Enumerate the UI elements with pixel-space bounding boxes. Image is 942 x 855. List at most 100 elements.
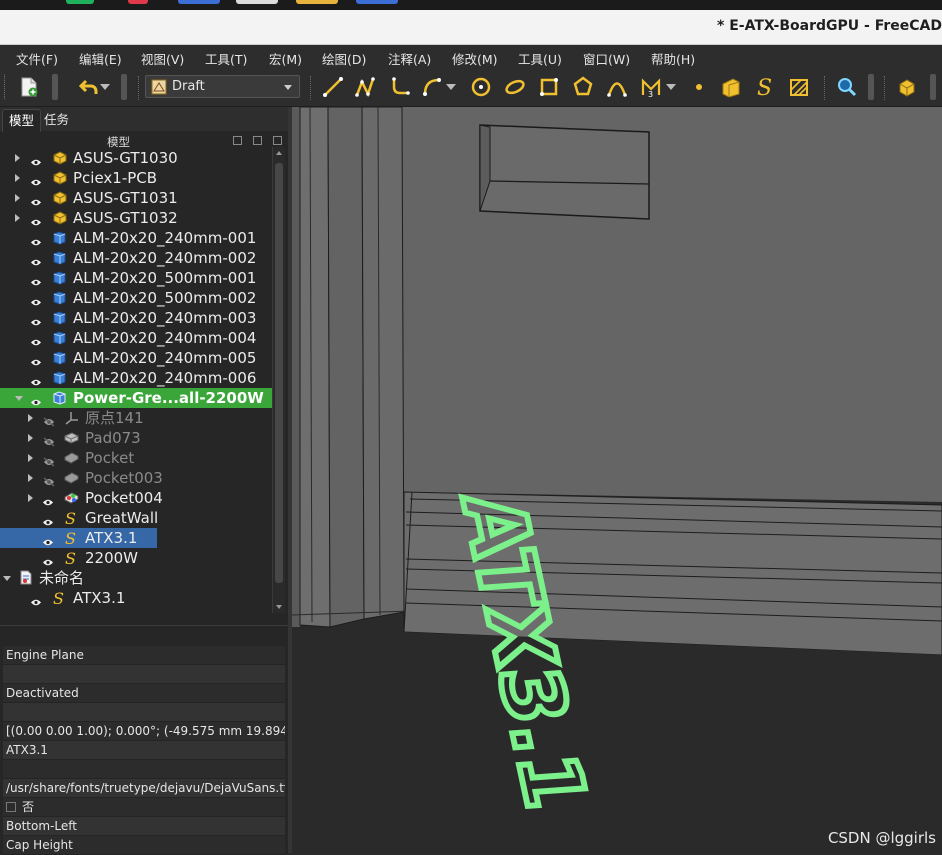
expand-arrow-open-icon[interactable] [15,396,23,401]
property-row[interactable]: Bottom-Left [3,817,285,836]
visibility-eye-icon[interactable] [31,353,41,366]
bezier-dropdown-icon[interactable] [664,74,678,100]
draft-ellipse-icon[interactable] [502,74,528,100]
tree-item[interactable]: ALM-20x20_240mm-002 [0,248,272,268]
draft-point-icon[interactable] [686,74,712,100]
part-design-icon[interactable] [894,74,920,100]
toolbar-handle[interactable] [868,74,874,100]
visibility-eye-icon[interactable] [31,373,41,386]
float-panel-icon[interactable] [233,136,242,145]
dropdown-handle[interactable] [52,74,58,100]
tree-item[interactable]: ALM-20x20_240mm-004 [0,328,272,348]
tree-item[interactable]: Pad073 [0,428,272,448]
property-row-checkbox[interactable]: 否 [3,798,285,817]
tree-item[interactable]: ALM-20x20_500mm-002 [0,288,272,308]
visibility-hidden-icon[interactable] [43,453,55,467]
visibility-eye-icon[interactable] [31,293,41,306]
tab-model[interactable]: 模型 [2,109,42,132]
draft-wire-icon[interactable] [352,74,378,100]
visibility-eye-icon[interactable] [31,393,41,406]
toolbar-handle[interactable] [121,74,127,100]
property-row[interactable] [3,665,285,684]
draft-bezier-icon[interactable]: 3 [638,74,664,100]
menu-help[interactable]: 帮助(H) [651,49,695,68]
visibility-eye-icon[interactable] [31,173,41,186]
expand-arrow-icon[interactable] [28,494,33,502]
toolbar-handle[interactable] [4,74,9,100]
expand-arrow-icon[interactable] [28,414,33,422]
menu-tools[interactable]: 工具(T) [205,49,247,68]
menu-macro[interactable]: 宏(M) [269,49,302,68]
tree-item[interactable]: Pciex1-PCB [0,168,272,188]
scroll-down-icon[interactable] [276,605,282,609]
property-row[interactable] [3,760,285,779]
arc-dropdown-icon[interactable] [444,74,458,100]
visibility-eye-icon[interactable] [31,233,41,246]
draft-shapestring-icon[interactable]: S [752,74,778,100]
menu-draft[interactable]: 绘图(D) [322,49,366,68]
workbench-selector[interactable]: Draft [145,75,300,98]
tree-item[interactable]: S GreatWall [0,508,272,528]
expand-arrow-open-icon[interactable] [3,576,11,581]
tree-item[interactable]: ASUS-GT1030 [0,148,272,168]
expand-arrow-icon[interactable] [15,194,20,202]
draft-facebinder-icon[interactable] [718,74,744,100]
property-row[interactable]: /usr/share/fonts/truetype/dejavu/DejaVuS… [3,779,285,798]
tree-item[interactable]: ALM-20x20_240mm-003 [0,308,272,328]
tree-item[interactable]: S ATX3.1 [0,588,272,608]
visibility-eye-icon[interactable] [31,193,41,206]
menu-modify[interactable]: 修改(M) [452,49,498,68]
tree-item[interactable]: ASUS-GT1031 [0,188,272,208]
tree-item[interactable]: 原点141 [0,408,272,428]
toolbar-handle[interactable] [930,74,936,100]
tree-item[interactable]: S 2200W [0,548,272,568]
expand-arrow-icon[interactable] [28,454,33,462]
model-tree[interactable]: ASUS-GT1030 Pciex1-PCB ASUS-GT1031 ASUS-GT1… [0,147,272,613]
tree-item[interactable]: ASUS-GT1032 [0,208,272,228]
tree-item[interactable]: Pocket003 [0,468,272,488]
visibility-eye-icon[interactable] [43,493,53,506]
menu-view[interactable]: 视图(V) [141,49,184,68]
draft-line-icon[interactable] [320,74,346,100]
tree-item[interactable]: ALM-20x20_500mm-001 [0,268,272,288]
checkbox[interactable] [6,802,16,812]
visibility-eye-icon[interactable] [31,153,41,166]
tree-item[interactable]: Power-Gre...all-2200W [0,388,272,408]
undo-dropdown-icon[interactable] [98,74,112,100]
close-panel-icon[interactable] [273,136,282,145]
menu-annotation[interactable]: 注释(A) [388,49,431,68]
visibility-hidden-icon[interactable] [43,413,55,427]
visibility-eye-icon[interactable] [31,593,41,606]
property-row[interactable]: Engine Plane [3,646,285,665]
tab-tasks[interactable]: 任务 [38,109,75,131]
tree-item[interactable]: Pocket [0,448,272,468]
visibility-eye-icon[interactable] [31,213,41,226]
zoom-inspect-icon[interactable] [834,74,860,100]
restore-panel-icon[interactable] [253,136,262,145]
draft-circle-icon[interactable] [468,74,494,100]
visibility-hidden-icon[interactable] [43,433,55,447]
property-row[interactable] [3,703,285,722]
visibility-eye-icon[interactable] [43,533,53,546]
expand-arrow-icon[interactable] [15,214,20,222]
draft-bspline-icon[interactable] [604,74,630,100]
menu-edit[interactable]: 编辑(E) [79,49,122,68]
tree-item[interactable]: 未命名 [0,568,272,588]
visibility-eye-icon[interactable] [31,273,41,286]
draft-fillet-icon[interactable] [386,74,412,100]
visibility-hidden-icon[interactable] [43,473,55,487]
tree-item[interactable]: ALM-20x20_240mm-006 [0,368,272,388]
tree-item[interactable]: Pocket004 [0,488,272,508]
scroll-up-icon[interactable] [276,151,282,155]
property-row[interactable]: Deactivated [3,684,285,703]
draft-polygon-icon[interactable] [570,74,596,100]
property-row[interactable]: Cap Height [3,836,285,855]
property-row[interactable]: [(0.00 0.00 1.00); 0.000°; (-49.575 mm 1… [3,722,285,741]
visibility-eye-icon[interactable] [43,553,53,566]
draft-rectangle-icon[interactable] [536,74,562,100]
menu-file[interactable]: 文件(F) [16,49,58,68]
expand-arrow-icon[interactable] [15,154,20,162]
tree-item[interactable]: S ATX3.1 [0,528,272,548]
expand-arrow-icon[interactable] [28,474,33,482]
new-document-icon[interactable] [16,74,42,100]
